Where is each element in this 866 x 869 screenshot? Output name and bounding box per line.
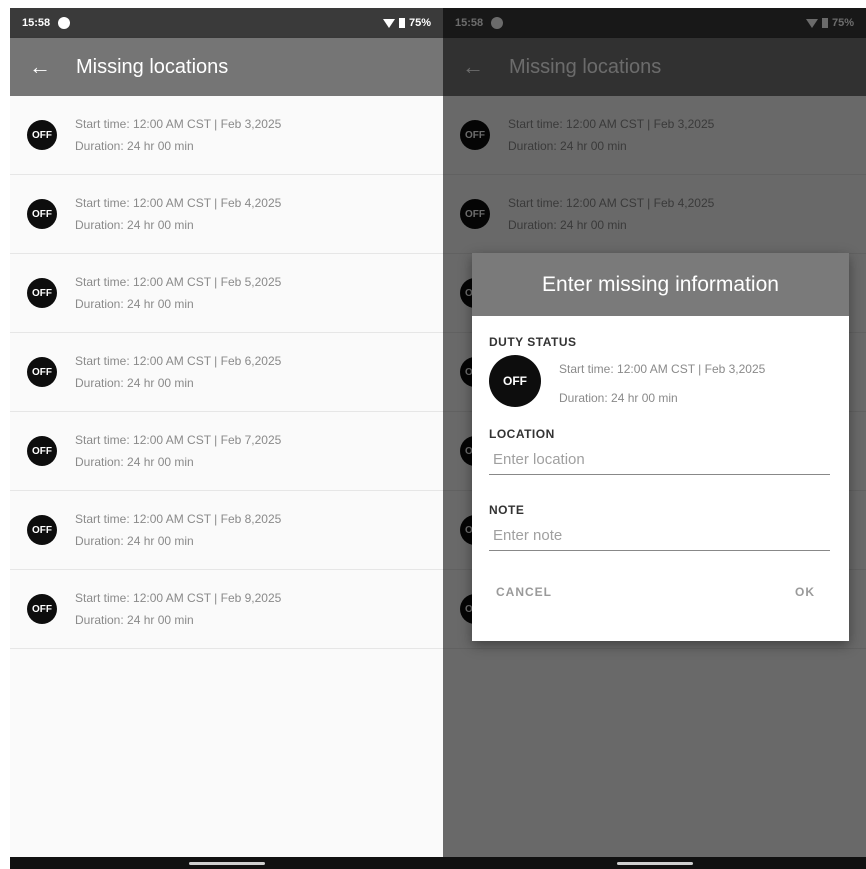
record-duration: Duration: 24 hr 00 min <box>75 455 194 469</box>
duty-status-label: DUTY STATUS <box>489 335 577 349</box>
record-start-time: Start time: 12:00 AM CST | Feb 3,2025 <box>75 117 282 131</box>
duty-status-row: OFF Start time: 12:00 AM CST | Feb 3,202… <box>489 355 830 413</box>
record-duration: Duration: 24 hr 00 min <box>75 297 194 311</box>
status-time: 15:58 <box>22 17 51 29</box>
status-bar: 15:58 75% <box>10 8 443 38</box>
off-duty-badge: OFF <box>27 278 57 308</box>
home-gesture-handle[interactable] <box>616 862 693 865</box>
missing-info-dialog: Enter missing information DUTY STATUS OF… <box>472 253 849 641</box>
ok-button[interactable]: OK <box>795 585 815 599</box>
record-details: Start time: 12:00 AM CST | Feb 9,2025 Du… <box>75 587 281 631</box>
app-bar: ← Missing locations <box>10 38 443 96</box>
navigation-bar <box>443 857 866 869</box>
arrow-left-icon: ← <box>29 54 51 79</box>
list-item[interactable]: OFF Start time: 12:00 AM CST | Feb 9,202… <box>10 570 443 649</box>
battery-icon <box>398 18 405 28</box>
record-details: Start time: 12:00 AM CST | Feb 3,2025 Du… <box>75 113 281 157</box>
off-duty-badge: OFF <box>27 120 57 150</box>
missing-info-dialog-screen: 15:58 75% ← Missing locations OFF Start … <box>443 8 866 869</box>
note-input[interactable] <box>489 527 830 544</box>
record-duration: Duration: 24 hr 00 min <box>75 376 194 390</box>
list-item[interactable]: OFF Start time: 12:00 AM CST | Feb 3,202… <box>10 96 443 175</box>
list-item[interactable]: OFF Start time: 12:00 AM CST | Feb 6,202… <box>10 333 443 412</box>
note-field <box>489 521 830 551</box>
missing-locations-list: OFF Start time: 12:00 AM CST | Feb 3,202… <box>10 96 443 649</box>
record-details: Start time: 12:00 AM CST | Feb 5,2025 Du… <box>75 271 281 315</box>
missing-locations-screen: 15:58 75% ← Missing locations OFF Start … <box>10 8 443 869</box>
dialog-title: Enter missing information <box>472 253 849 316</box>
record-start-time: Start time: 12:00 AM CST | Feb 5,2025 <box>75 275 282 289</box>
note-label: NOTE <box>489 503 525 517</box>
record-duration: Duration: 24 hr 00 min <box>75 613 194 627</box>
wifi-icon <box>382 18 395 28</box>
off-duty-badge: OFF <box>27 199 57 229</box>
record-duration: Duration: 24 hr 00 min <box>75 218 194 232</box>
record-details: Start time: 12:00 AM CST | Feb 6,2025 Du… <box>75 350 281 394</box>
off-duty-badge: OFF <box>489 355 541 407</box>
location-label: LOCATION <box>489 427 555 441</box>
status-indicators: 75% <box>382 17 431 29</box>
off-duty-badge: OFF <box>27 436 57 466</box>
page-title: Missing locations <box>76 55 229 78</box>
back-button[interactable]: ← <box>10 38 70 96</box>
list-item[interactable]: OFF Start time: 12:00 AM CST | Feb 8,202… <box>10 491 443 570</box>
record-start-time: Start time: 12:00 AM CST | Feb 6,2025 <box>75 354 282 368</box>
list-item[interactable]: OFF Start time: 12:00 AM CST | Feb 5,202… <box>10 254 443 333</box>
navigation-bar <box>10 857 443 869</box>
record-duration: Duration: 24 hr 00 min <box>75 534 194 548</box>
cancel-button[interactable]: CANCEL <box>496 585 552 599</box>
record-start-time: Start time: 12:00 AM CST | Feb 8,2025 <box>75 512 282 526</box>
off-duty-badge: OFF <box>27 357 57 387</box>
duty-duration: Duration: 24 hr 00 min <box>559 391 678 405</box>
record-details: Start time: 12:00 AM CST | Feb 4,2025 Du… <box>75 192 281 236</box>
google-icon <box>58 17 71 29</box>
dialog-body: DUTY STATUS OFF Start time: 12:00 AM CST… <box>472 316 849 551</box>
record-start-time: Start time: 12:00 AM CST | Feb 9,2025 <box>75 591 282 605</box>
off-duty-badge: OFF <box>27 594 57 624</box>
record-details: Start time: 12:00 AM CST | Feb 7,2025 Du… <box>75 429 281 473</box>
location-field <box>489 445 830 475</box>
duty-start-time: Start time: 12:00 AM CST | Feb 3,2025 <box>559 362 766 376</box>
list-item[interactable]: OFF Start time: 12:00 AM CST | Feb 4,202… <box>10 175 443 254</box>
record-start-time: Start time: 12:00 AM CST | Feb 4,2025 <box>75 196 282 210</box>
off-duty-badge: OFF <box>27 515 57 545</box>
dialog-actions: CANCEL OK <box>472 585 849 599</box>
location-input[interactable] <box>489 451 830 468</box>
list-item[interactable]: OFF Start time: 12:00 AM CST | Feb 7,202… <box>10 412 443 491</box>
record-duration: Duration: 24 hr 00 min <box>75 139 194 153</box>
battery-percent: 75% <box>408 17 431 29</box>
duty-status-details: Start time: 12:00 AM CST | Feb 3,2025 Du… <box>559 355 765 413</box>
home-gesture-handle[interactable] <box>188 862 265 865</box>
record-details: Start time: 12:00 AM CST | Feb 8,2025 Du… <box>75 508 281 552</box>
record-start-time: Start time: 12:00 AM CST | Feb 7,2025 <box>75 433 282 447</box>
